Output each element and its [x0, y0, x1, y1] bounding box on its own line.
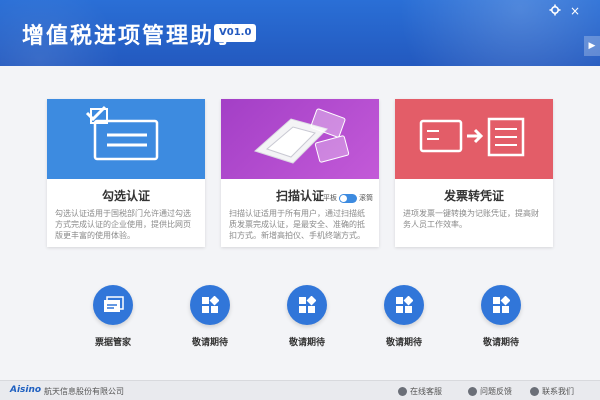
function-label: 敬请期待 — [482, 338, 519, 348]
phone-icon — [530, 387, 539, 396]
function-coming-soon[interactable]: 敬请期待 — [180, 285, 240, 348]
scan-mode-toggle[interactable]: 平板 滚筒 — [323, 193, 373, 203]
app-grid-icon[interactable] — [287, 285, 327, 325]
function-ticket-manager[interactable]: 票据管家 — [83, 285, 143, 348]
function-coming-soon[interactable]: 敬请期待 — [374, 285, 434, 348]
footer-bar: Aisino 航天信息股份有限公司 在线客服 问题反馈 联系我们 — [0, 380, 600, 400]
feedback-icon — [468, 387, 477, 396]
app-grid-icon[interactable] — [481, 285, 521, 325]
gear-icon[interactable] — [548, 4, 562, 18]
app-grid-icon[interactable] — [384, 285, 424, 325]
card-scan-certification[interactable]: 扫描认证 平板 滚筒 扫描认证适用于所有用户，通过扫描纸质发票完成认证，是最安全… — [221, 99, 379, 247]
company-name: 航天信息股份有限公司 — [44, 387, 124, 396]
function-coming-soon[interactable]: 敬请期待 — [471, 285, 531, 348]
version-badge: V01.0 — [214, 24, 257, 42]
footer-link-label: 联系我们 — [542, 387, 574, 396]
invoice-to-voucher-icon — [419, 117, 525, 157]
card-invoice-to-voucher[interactable]: 发票转凭证 进项发票一键转换为记账凭证，提高财务人员工作效率。 — [395, 99, 553, 247]
toggle-switch[interactable] — [339, 193, 357, 203]
footer-link-label: 在线客服 — [410, 387, 442, 396]
function-label: 票据管家 — [94, 338, 131, 348]
function-coming-soon[interactable]: 敬请期待 — [277, 285, 337, 348]
toggle-right-label: 滚筒 — [359, 194, 373, 202]
card-description: 进项发票一键转换为记账凭证，提高财务人员工作效率。 — [403, 209, 539, 229]
function-label: 敬请期待 — [385, 338, 422, 348]
card-title: 发票转凭证 — [443, 189, 504, 203]
close-icon[interactable]: × — [568, 4, 582, 18]
card-description: 勾选认证适用于国税部门允许通过勾选方式完成认证的企业使用，提供比网页版更丰富的使… — [55, 209, 191, 240]
company-logo: Aisino — [10, 385, 42, 395]
function-label: 敬请期待 — [288, 338, 325, 348]
ticket-manager-icon[interactable] — [93, 285, 133, 325]
card-banner — [47, 99, 205, 179]
online-service-link[interactable]: 在线客服 — [398, 386, 442, 397]
card-banner — [221, 99, 379, 179]
header-bar: 增值税进项管理助手 V01.0 × ▶ — [0, 0, 600, 66]
headset-icon — [398, 387, 407, 396]
contact-us-link[interactable]: 联系我们 — [530, 386, 574, 397]
footer-link-label: 问题反馈 — [480, 387, 512, 396]
toggle-left-label: 平板 — [323, 194, 337, 202]
card-description: 扫描认证适用于所有用户，通过扫描纸质发票完成认证，是最安全、准确的抵扣方式。新增… — [229, 209, 365, 240]
app-title: 增值税进项管理助手 — [22, 24, 239, 49]
feedback-link[interactable]: 问题反馈 — [468, 386, 512, 397]
checklist-icon — [85, 105, 159, 161]
expand-panel-button[interactable]: ▶ — [584, 36, 600, 56]
app-grid-icon[interactable] — [190, 285, 230, 325]
card-checkbox-certification[interactable]: 勾选认证 勾选认证适用于国税部门允许通过勾选方式完成认证的企业使用，提供比网页版… — [47, 99, 205, 247]
scanner-icon — [254, 108, 350, 164]
card-title: 勾选认证 — [101, 189, 150, 203]
card-banner — [395, 99, 553, 179]
function-label: 敬请期待 — [191, 338, 228, 348]
